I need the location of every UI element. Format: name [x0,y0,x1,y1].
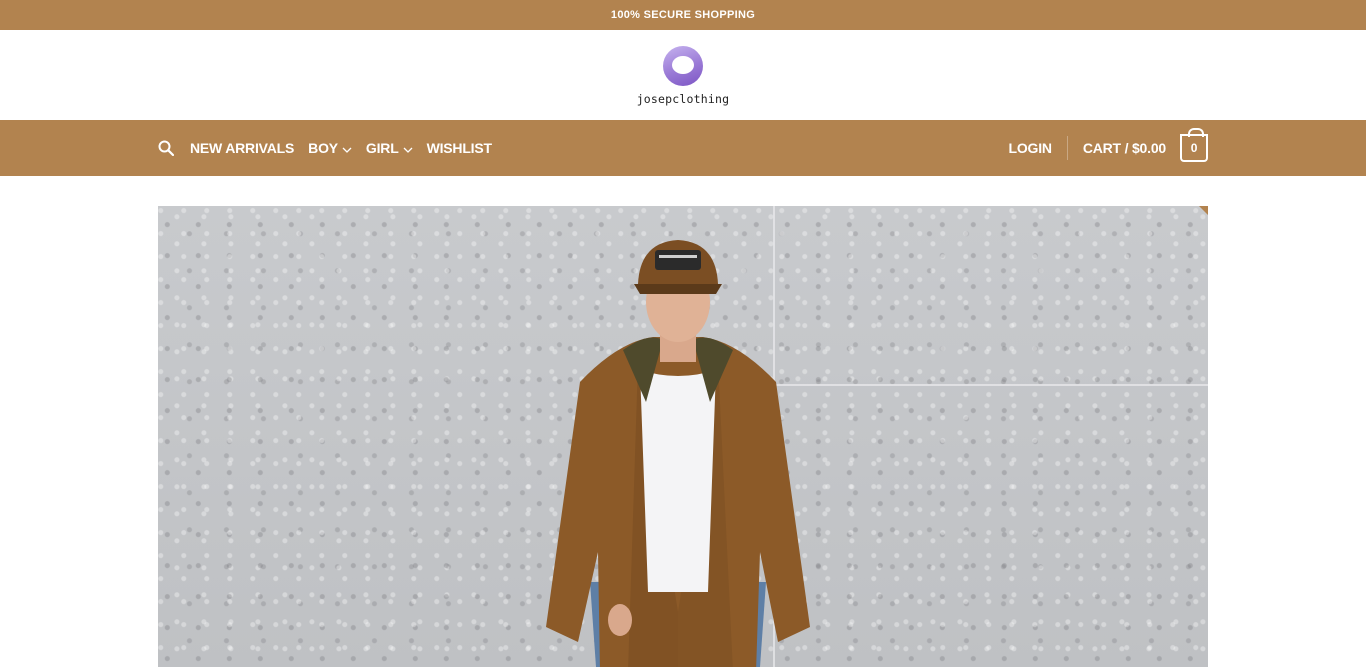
brand-logo-icon[interactable] [663,46,703,86]
login-link[interactable]: LOGIN [1008,140,1052,156]
cart-bag-icon: 0 [1180,128,1208,162]
nav-right: LOGIN CART / $0.00 0 [1008,120,1208,176]
chevron-down-icon [342,140,352,156]
nav-divider [1066,136,1068,160]
login-label: LOGIN [1008,140,1052,156]
search-icon[interactable] [158,140,174,156]
nav-new-arrivals-label: NEW ARRIVALS [190,140,295,156]
hero-banner[interactable] [158,206,1208,667]
wall-seam [775,384,1208,386]
nav-boy[interactable]: BOY [308,140,352,156]
brand-name[interactable]: josepclothing [637,92,730,106]
promo-topbar: 100% SECURE SHOPPING [0,0,1366,30]
cart-label: CART / $0.00 [1082,140,1166,156]
main-nav: NEW ARRIVALS BOY GIRL WISHLIST LOGIN CAR… [0,120,1366,176]
nav-new-arrivals[interactable]: NEW ARRIVALS [190,140,294,156]
nav-left: NEW ARRIVALS BOY GIRL WISHLIST [158,120,492,176]
nav-girl-label: GIRL [365,140,399,156]
promo-text: 100% SECURE SHOPPING [610,9,756,21]
corner-accent [1199,206,1208,215]
nav-wishlist[interactable]: WISHLIST [427,140,492,156]
site-header: josepclothing [0,30,1366,120]
chevron-down-icon [403,140,413,156]
nav-boy-label: BOY [308,140,338,156]
cart-link[interactable]: CART / $0.00 0 [1082,128,1208,162]
cart-count: 0 [1190,141,1198,155]
nav-girl[interactable]: GIRL [366,140,413,156]
hero-model-image [546,240,810,667]
nav-wishlist-label: WISHLIST [426,140,492,156]
